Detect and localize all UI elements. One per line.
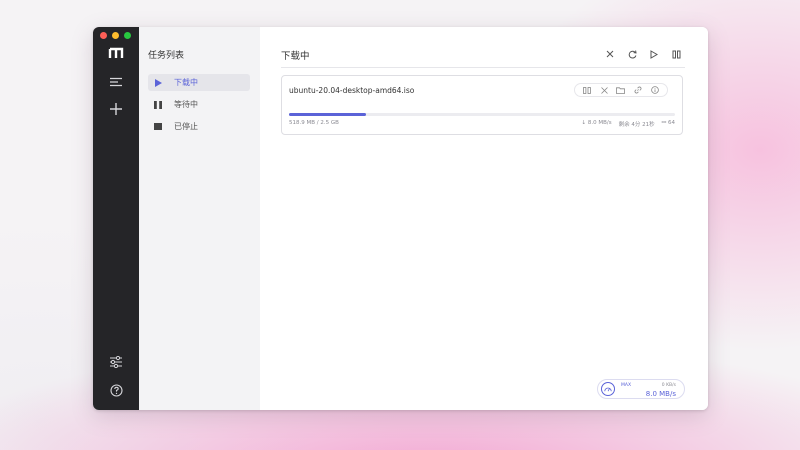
- dark-sidebar: [93, 27, 139, 410]
- task-connections: ⚯ 64: [661, 120, 675, 126]
- info-icon[interactable]: [649, 84, 661, 96]
- delete-icon[interactable]: [598, 84, 610, 96]
- task-name: ubuntu-20.04-desktop-amd64.iso: [289, 86, 415, 95]
- nav-item-label: 下载中: [174, 78, 198, 87]
- task-size-progress: 518.9 MB / 2.5 GB: [289, 120, 339, 126]
- gauge-icon: [601, 382, 615, 396]
- close-window-button[interactable]: [100, 32, 107, 39]
- nav-item-waiting[interactable]: 等待中: [148, 96, 250, 113]
- menu-icon[interactable]: [106, 72, 126, 92]
- minimize-window-button[interactable]: [112, 32, 119, 39]
- nav-item-stopped[interactable]: 已停止: [148, 118, 250, 135]
- task-actions: [574, 83, 668, 97]
- motrix-logo-icon: [106, 43, 126, 63]
- nav-item-label: 等待中: [174, 100, 198, 109]
- progress-bar: [289, 113, 675, 116]
- pause-icon: [148, 100, 168, 109]
- upload-speed: 0 KB/s: [661, 383, 676, 388]
- folder-icon[interactable]: [615, 84, 627, 96]
- title-divider: [281, 67, 685, 68]
- task-stats: ↓ 8.0 MB/s 剩余 4分 21秒 ⚯ 64: [582, 120, 675, 128]
- add-icon[interactable]: [106, 99, 126, 119]
- download-speed: 8.0 MB/s: [645, 390, 676, 398]
- task-list-title: 任务列表: [148, 51, 185, 61]
- nav-item-downloading[interactable]: 下载中: [148, 74, 250, 91]
- task-item[interactable]: ubuntu-20.04-desktop-amd64.iso 518.9 MB …: [281, 75, 683, 135]
- speedometer[interactable]: MAX 0 KB/s 8.0 MB/s: [597, 379, 685, 399]
- pause-icon[interactable]: [581, 84, 593, 96]
- task-speed: ↓ 8.0 MB/s: [581, 120, 612, 126]
- nav-item-label: 已停止: [174, 122, 198, 131]
- settings-sliders-icon[interactable]: [106, 352, 126, 372]
- pause-icon[interactable]: [668, 47, 684, 61]
- page-title: 下载中: [281, 51, 310, 62]
- task-toolbar: [602, 47, 684, 61]
- help-icon[interactable]: [106, 380, 126, 400]
- maximize-window-button[interactable]: [124, 32, 131, 39]
- app-window: 任务列表 下载中 等待中 已停止 下载中 ubuntu-20.04-deskto…: [93, 27, 708, 410]
- main-content: 下载中 ubuntu-20.04-desktop-amd64.iso 518.9…: [260, 27, 708, 410]
- task-list-panel: 任务列表 下载中 等待中 已停止: [139, 27, 260, 410]
- refresh-icon[interactable]: [624, 47, 640, 61]
- link-icon[interactable]: [632, 84, 644, 96]
- close-icon[interactable]: [602, 47, 618, 61]
- play-icon[interactable]: [646, 47, 662, 61]
- stop-icon: [148, 123, 168, 130]
- task-remaining-time: 剩余 4分 21秒: [618, 122, 655, 128]
- speed-limit-label: MAX: [621, 383, 632, 388]
- progress-bar-fill: [289, 113, 367, 116]
- play-icon: [148, 78, 168, 87]
